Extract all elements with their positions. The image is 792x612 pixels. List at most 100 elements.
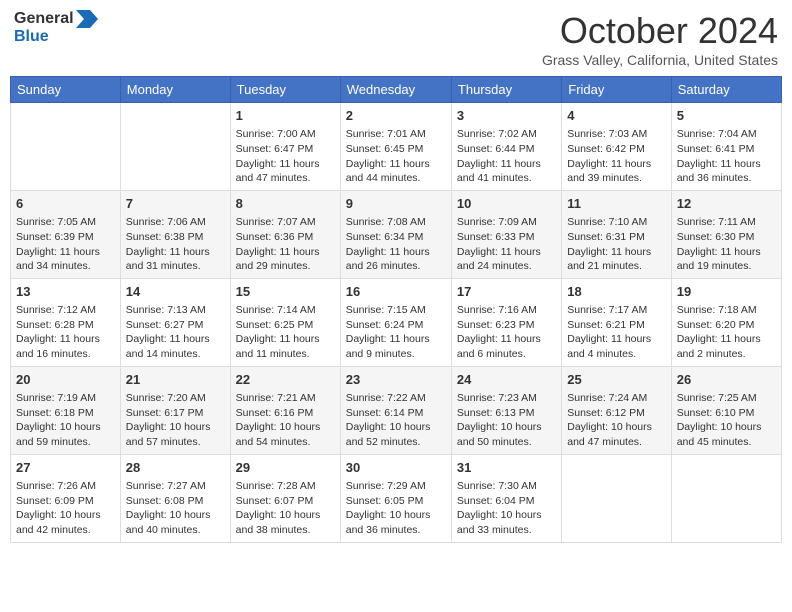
day-info: Sunrise: 7:00 AMSunset: 6:47 PMDaylight:… (236, 128, 320, 184)
calendar-cell: 26Sunrise: 7:25 AMSunset: 6:10 PMDayligh… (671, 366, 781, 454)
day-number: 18 (567, 283, 665, 301)
day-info: Sunrise: 7:10 AMSunset: 6:31 PMDaylight:… (567, 216, 651, 272)
day-info: Sunrise: 7:18 AMSunset: 6:20 PMDaylight:… (677, 304, 761, 360)
location: Grass Valley, California, United States (542, 52, 778, 68)
calendar-cell: 12 Sunrise: 7:11 AMSunset: 6:30 PMDayligh… (671, 190, 781, 278)
calendar-cell: 14Sunrise: 7:13 AMSunset: 6:27 PMDayligh… (120, 278, 230, 366)
day-number: 12 (677, 195, 776, 213)
col-monday: Monday (120, 77, 230, 103)
calendar-cell: 7Sunrise: 7:06 AMSunset: 6:38 PMDaylight… (120, 190, 230, 278)
day-info: Sunrise: 7:09 AMSunset: 6:33 PMDaylight:… (457, 216, 541, 272)
calendar-cell: 23Sunrise: 7:22 AMSunset: 6:14 PMDayligh… (340, 366, 451, 454)
col-tuesday: Tuesday (230, 77, 340, 103)
day-info: Sunrise: 7:13 AMSunset: 6:27 PMDaylight:… (126, 304, 210, 360)
calendar-cell: 18Sunrise: 7:17 AMSunset: 6:21 PMDayligh… (562, 278, 671, 366)
day-info: Sunrise: 7:30 AMSunset: 6:04 PMDaylight:… (457, 480, 542, 536)
calendar-cell: 24 Sunrise: 7:23 AMSunset: 6:13 PMDayligh… (451, 366, 561, 454)
day-info: Sunrise: 7:04 AMSunset: 6:41 PMDaylight:… (677, 128, 761, 184)
day-info: Sunrise: 7:01 AMSunset: 6:45 PMDaylight:… (346, 128, 430, 184)
calendar-cell: 9 Sunrise: 7:08 AMSunset: 6:34 PMDaylight… (340, 190, 451, 278)
day-number: 16 (346, 283, 446, 301)
day-info: Sunrise: 7:24 AMSunset: 6:12 PMDaylight:… (567, 392, 652, 448)
day-info: Sunrise: 7:15 AMSunset: 6:24 PMDaylight:… (346, 304, 430, 360)
calendar-header-row: Sunday Monday Tuesday Wednesday Thursday… (11, 77, 782, 103)
day-info: Sunrise: 7:23 AMSunset: 6:13 PMDaylight:… (457, 392, 542, 448)
col-friday: Friday (562, 77, 671, 103)
day-info: Sunrise: 7:11 AMSunset: 6:30 PMDaylight:… (677, 216, 761, 272)
logo-chevron-icon (76, 10, 98, 28)
calendar-week-row: 6Sunrise: 7:05 AMSunset: 6:39 PMDaylight… (11, 190, 782, 278)
day-info: Sunrise: 7:12 AMSunset: 6:28 PMDaylight:… (16, 304, 100, 360)
day-number: 13 (16, 283, 115, 301)
calendar-week-row: 27Sunrise: 7:26 AMSunset: 6:09 PMDayligh… (11, 454, 782, 542)
day-info: Sunrise: 7:26 AMSunset: 6:09 PMDaylight:… (16, 480, 101, 536)
day-number: 19 (677, 283, 776, 301)
day-info: Sunrise: 7:19 AMSunset: 6:18 PMDaylight:… (16, 392, 101, 448)
calendar-cell: 20 Sunrise: 7:19 AMSunset: 6:18 PMDayligh… (11, 366, 121, 454)
calendar-cell (120, 103, 230, 191)
calendar-cell: 13 Sunrise: 7:12 AMSunset: 6:28 PMDayligh… (11, 278, 121, 366)
day-info: Sunrise: 7:02 AMSunset: 6:44 PMDaylight:… (457, 128, 541, 184)
col-sunday: Sunday (11, 77, 121, 103)
calendar-cell (11, 103, 121, 191)
calendar-cell: 2 Sunrise: 7:01 AMSunset: 6:45 PMDaylight… (340, 103, 451, 191)
col-thursday: Thursday (451, 77, 561, 103)
day-number: 23 (346, 371, 446, 389)
calendar-cell: 27Sunrise: 7:26 AMSunset: 6:09 PMDayligh… (11, 454, 121, 542)
calendar-cell: 16 Sunrise: 7:15 AMSunset: 6:24 PMDayligh… (340, 278, 451, 366)
calendar-cell: 1 Sunrise: 7:00 AMSunset: 6:47 PMDaylight… (230, 103, 340, 191)
calendar-table: Sunday Monday Tuesday Wednesday Thursday… (10, 76, 782, 543)
calendar-cell (562, 454, 671, 542)
logo: General Blue (14, 10, 98, 46)
day-info: Sunrise: 7:16 AMSunset: 6:23 PMDaylight:… (457, 304, 541, 360)
calendar-cell (671, 454, 781, 542)
col-saturday: Saturday (671, 77, 781, 103)
logo-text: General Blue (14, 10, 98, 46)
month-title: October 2024 (542, 10, 778, 52)
calendar-cell: 30Sunrise: 7:29 AMSunset: 6:05 PMDayligh… (340, 454, 451, 542)
day-number: 4 (567, 107, 665, 125)
day-info: Sunrise: 7:14 AMSunset: 6:25 PMDaylight:… (236, 304, 320, 360)
day-info: Sunrise: 7:27 AMSunset: 6:08 PMDaylight:… (126, 480, 211, 536)
day-number: 9 (346, 195, 446, 213)
day-info: Sunrise: 7:08 AMSunset: 6:34 PMDaylight:… (346, 216, 430, 272)
day-number: 17 (457, 283, 556, 301)
day-number: 2 (346, 107, 446, 125)
col-wednesday: Wednesday (340, 77, 451, 103)
day-number: 5 (677, 107, 776, 125)
calendar-cell: 25 Sunrise: 7:24 AMSunset: 6:12 PMDayligh… (562, 366, 671, 454)
day-number: 7 (126, 195, 225, 213)
calendar-cell: 22Sunrise: 7:21 AMSunset: 6:16 PMDayligh… (230, 366, 340, 454)
calendar-cell: 17 Sunrise: 7:16 AMSunset: 6:23 PMDayligh… (451, 278, 561, 366)
page-header: General Blue October 2024 Grass Valley, … (10, 10, 782, 68)
day-info: Sunrise: 7:29 AMSunset: 6:05 PMDaylight:… (346, 480, 431, 536)
calendar-cell: 3 Sunrise: 7:02 AMSunset: 6:44 PMDaylight… (451, 103, 561, 191)
day-number: 25 (567, 371, 665, 389)
calendar-week-row: 13 Sunrise: 7:12 AMSunset: 6:28 PMDayligh… (11, 278, 782, 366)
calendar-cell: 31Sunrise: 7:30 AMSunset: 6:04 PMDayligh… (451, 454, 561, 542)
day-number: 20 (16, 371, 115, 389)
day-number: 11 (567, 195, 665, 213)
calendar-cell: 21Sunrise: 7:20 AMSunset: 6:17 PMDayligh… (120, 366, 230, 454)
calendar-cell: 4 Sunrise: 7:03 AMSunset: 6:42 PMDaylight… (562, 103, 671, 191)
calendar-cell: 15 Sunrise: 7:14 AMSunset: 6:25 PMDayligh… (230, 278, 340, 366)
calendar-week-row: 20 Sunrise: 7:19 AMSunset: 6:18 PMDayligh… (11, 366, 782, 454)
day-number: 24 (457, 371, 556, 389)
day-number: 1 (236, 107, 335, 125)
day-number: 3 (457, 107, 556, 125)
title-block: October 2024 Grass Valley, California, U… (542, 10, 778, 68)
day-info: Sunrise: 7:07 AMSunset: 6:36 PMDaylight:… (236, 216, 320, 272)
day-number: 28 (126, 459, 225, 477)
calendar-cell: 29Sunrise: 7:28 AMSunset: 6:07 PMDayligh… (230, 454, 340, 542)
day-number: 26 (677, 371, 776, 389)
calendar-cell: 28 Sunrise: 7:27 AMSunset: 6:08 PMDayligh… (120, 454, 230, 542)
day-info: Sunrise: 7:28 AMSunset: 6:07 PMDaylight:… (236, 480, 321, 536)
day-info: Sunrise: 7:03 AMSunset: 6:42 PMDaylight:… (567, 128, 651, 184)
day-info: Sunrise: 7:21 AMSunset: 6:16 PMDaylight:… (236, 392, 321, 448)
calendar-cell: 5 Sunrise: 7:04 AMSunset: 6:41 PMDaylight… (671, 103, 781, 191)
calendar-cell: 10Sunrise: 7:09 AMSunset: 6:33 PMDayligh… (451, 190, 561, 278)
calendar-cell: 19 Sunrise: 7:18 AMSunset: 6:20 PMDayligh… (671, 278, 781, 366)
day-number: 8 (236, 195, 335, 213)
day-number: 6 (16, 195, 115, 213)
day-number: 15 (236, 283, 335, 301)
